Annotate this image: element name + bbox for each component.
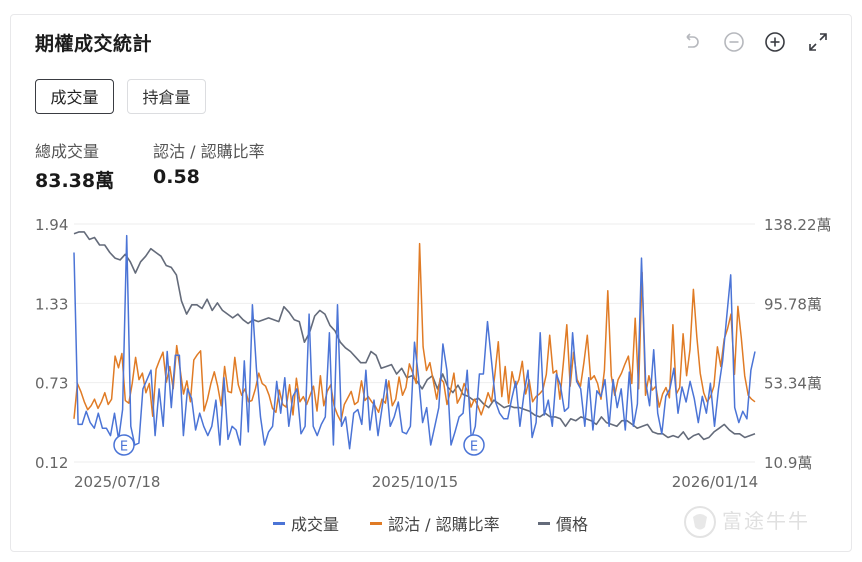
right-axis-tick-label: 10.9萬	[764, 454, 812, 472]
event-marker: E	[463, 434, 485, 456]
watermark: 富途牛牛	[722, 509, 810, 533]
x-axis-tick-label: 2025/10/15	[372, 473, 458, 491]
left-axis-tick-label: 1.33	[35, 295, 68, 313]
legend-volume-label: 成交量	[291, 515, 340, 534]
legend-volume-swatch	[273, 522, 285, 525]
right-axis-tick-label: 95.78萬	[764, 295, 822, 313]
right-axis-tick-label: 53.34萬	[764, 375, 822, 393]
left-axis-tick-label: 0.12	[35, 454, 68, 472]
event-marker-label: E	[470, 440, 478, 455]
price-line	[73, 231, 756, 441]
legend-volume[interactable]: 成交量	[273, 511, 339, 535]
left-axis-tick-label: 1.94	[35, 216, 68, 234]
legend-ratio-swatch	[370, 522, 382, 525]
legend-price[interactable]: 價格	[538, 511, 588, 535]
legend-price-swatch	[538, 522, 550, 525]
options-volume-chart: 1.94 1.33 0.73 0.12 138.22萬 95.78萬 53.34萬 10.9萬…	[35, 216, 832, 491]
legend-ratio-label: 認沽 / 認購比率	[388, 515, 500, 534]
put-call-ratio-line	[73, 242, 756, 423]
left-axis-tick-label: 0.73	[35, 375, 68, 393]
event-marker-label: E	[120, 440, 128, 455]
x-axis-tick-label: 2026/01/14	[672, 473, 758, 491]
right-axis-tick-label: 138.22萬	[764, 216, 832, 234]
legend-price-label: 價格	[556, 515, 589, 534]
legend-ratio[interactable]: 認沽 / 認購比率	[370, 511, 500, 535]
watermark-logo-icon	[684, 506, 716, 538]
volume-line	[73, 234, 756, 450]
event-marker: E	[113, 434, 135, 456]
x-axis-tick-label: 2025/07/18	[74, 473, 160, 491]
